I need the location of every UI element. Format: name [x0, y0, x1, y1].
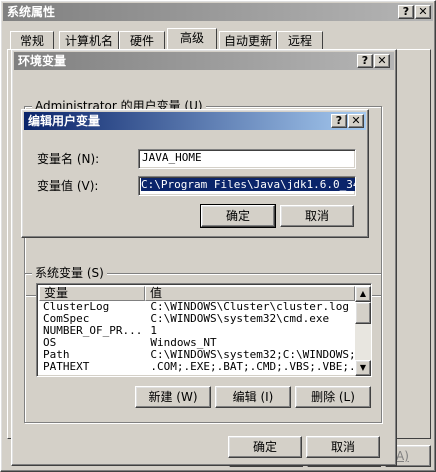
env-cancel-button[interactable]: 取消: [306, 436, 380, 458]
scroll-thumb[interactable]: [355, 302, 371, 324]
close-button[interactable]: ✕: [374, 54, 390, 68]
row-name: NUMBER_OF_PR...: [43, 325, 143, 337]
system-properties-title: 系统属性: [7, 5, 56, 19]
system-properties-titlebar: 系统属性: [3, 3, 433, 21]
table-row[interactable]: NUMBER_OF_PR... 1: [39, 325, 371, 337]
close-button[interactable]: ✕: [348, 114, 364, 128]
row-name: Path: [43, 349, 70, 361]
system-variables-label: 系统变量 (S): [32, 266, 107, 280]
tab-computer-name[interactable]: 计算机名: [59, 31, 119, 50]
env-vars-title: 环境变量: [18, 54, 67, 68]
tab-general[interactable]: 常规: [10, 31, 54, 50]
table-row[interactable]: ComSpec C:\WINDOWS\system32\cmd.exe: [39, 313, 371, 325]
row-name: ClusterLog: [43, 301, 110, 313]
variable-name-value: JAVA_HOME: [142, 151, 202, 164]
env-ok-button[interactable]: 确定: [228, 436, 302, 458]
row-value: 1: [150, 325, 157, 337]
variable-value-selected-text: C:\Program Files\Java\jdk1.6.0_34: [141, 178, 355, 191]
table-row[interactable]: OS Windows_NT: [39, 337, 371, 349]
edit-ok-button[interactable]: 确定: [200, 204, 276, 228]
system-variables-table: ClusterLog C:\WINDOWS\Cluster\cluster.log…: [39, 301, 372, 373]
column-header-value[interactable]: 值: [145, 286, 355, 301]
row-value: C:\WINDOWS\Cluster\cluster.log: [150, 301, 350, 313]
row-name: ComSpec: [43, 313, 90, 325]
new-variable-button[interactable]: 新建 (W): [135, 386, 211, 408]
row-value: C:\WINDOWS\system32;C:\WINDOWS;...: [150, 349, 372, 361]
row-name: PATHEXT: [43, 361, 90, 373]
list-scrollbar[interactable]: ▲ ▼: [355, 286, 371, 376]
table-row[interactable]: ClusterLog C:\WINDOWS\Cluster\cluster.log: [39, 301, 371, 313]
delete-variable-button[interactable]: 删除 (L): [295, 386, 371, 408]
help-button[interactable]: ?: [398, 5, 414, 19]
edit-var-title: 编辑用户变量: [28, 114, 101, 128]
variable-value-label: 变量值 (V):: [37, 179, 99, 193]
row-name: OS: [43, 337, 57, 349]
tab-advanced[interactable]: 高级: [167, 28, 217, 50]
variable-name-field[interactable]: JAVA_HOME: [138, 149, 356, 169]
variable-name-label: 变量名 (N):: [37, 152, 100, 166]
edit-var-titlebar: 编辑用户变量: [24, 112, 366, 130]
system-variables-list[interactable]: 变量 值 ClusterLog C:\WINDOWS\Cluster\cluste…: [36, 283, 372, 377]
row-value: C:\WINDOWS\system32\cmd.exe: [150, 313, 330, 325]
column-header-variable[interactable]: 变量: [39, 286, 145, 301]
apply-label-fragment: A): [396, 449, 409, 463]
scroll-up-icon[interactable]: ▲: [355, 286, 371, 302]
list-header: 变量 值: [39, 286, 355, 301]
help-button[interactable]: ?: [357, 54, 373, 68]
close-button[interactable]: ✕: [415, 5, 431, 19]
variable-value-field[interactable]: C:\Program Files\Java\jdk1.6.0_34: [138, 176, 356, 196]
row-value: .COM;.EXE;.BAT;.CMD;.VBS;.VBE;...: [150, 361, 369, 373]
row-value: Windows_NT: [150, 337, 217, 349]
edit-cancel-button[interactable]: 取消: [280, 205, 354, 227]
scroll-down-icon[interactable]: ▼: [355, 360, 371, 376]
table-row[interactable]: PATHEXT .COM;.EXE;.BAT;.CMD;.VBS;.VBE;...: [39, 361, 371, 373]
table-row[interactable]: Path C:\WINDOWS\system32;C:\WINDOWS;...: [39, 349, 372, 361]
help-button[interactable]: ?: [331, 114, 347, 128]
tab-remote[interactable]: 远程: [277, 31, 323, 50]
env-vars-titlebar: 环境变量: [14, 52, 394, 70]
tab-automatic-updates[interactable]: 自动更新: [219, 31, 277, 50]
edit-variable-button[interactable]: 编辑 (I): [215, 386, 291, 408]
list-rows: ClusterLog C:\WINDOWS\Cluster\cluster.log…: [39, 301, 371, 373]
edit-user-variable-dialog: 编辑用户变量 ? ✕ 变量名 (N): JAVA_HOME 变量值 (V): C…: [21, 109, 369, 238]
tab-hardware[interactable]: 硬件: [119, 31, 165, 50]
